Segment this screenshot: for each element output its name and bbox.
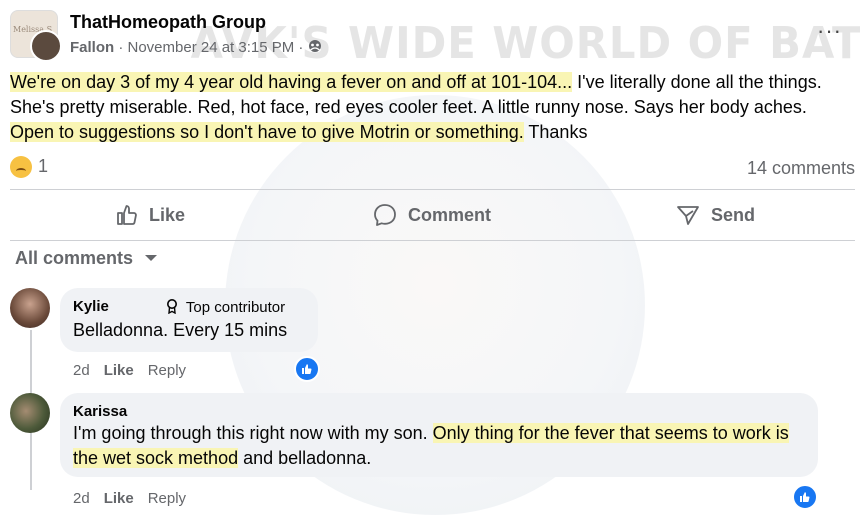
commenter-avatar[interactable] <box>10 393 50 433</box>
comment-text-plain: I'm going through this right now with my… <box>73 423 433 443</box>
comment-meta: 2d Like Reply <box>73 362 186 379</box>
commenter-name[interactable]: Karissa <box>73 403 127 420</box>
post-header: Melissa S ThatHomeopath Group Fallon · N… <box>10 10 850 62</box>
reaction-count: 1 <box>38 156 49 176</box>
comment-label: Comment <box>408 204 492 225</box>
comment-text-plain-end: and belladonna. <box>238 448 372 468</box>
thumbs-up-icon <box>302 364 312 375</box>
comment-like-link[interactable]: Like <box>104 490 134 507</box>
thumbs-up-icon <box>117 205 137 225</box>
thumbs-up-icon <box>800 492 810 503</box>
comment-icon <box>374 204 396 226</box>
reaction-summary[interactable]: 1 <box>10 156 49 179</box>
chevron-down-icon <box>145 255 158 261</box>
author-avatar[interactable] <box>30 30 62 62</box>
comments-filter-label: All comments <box>15 248 134 268</box>
audience-icon <box>308 39 322 56</box>
more-options-icon[interactable]: ··· <box>817 18 842 44</box>
sad-reaction-icon <box>10 156 32 179</box>
comment-count[interactable]: 14 comments <box>747 158 855 179</box>
comment-age[interactable]: 2d <box>73 362 90 379</box>
award-icon <box>167 299 177 315</box>
post-text-highlight-1: We're on day 3 of my 4 year old having a… <box>10 72 573 92</box>
like-label: Like <box>149 204 186 225</box>
comment-text: I'm going through this right now with my… <box>73 421 803 471</box>
divider <box>10 240 855 241</box>
group-name[interactable]: ThatHomeopath Group <box>70 12 266 33</box>
divider <box>10 189 855 190</box>
comment-reply-link[interactable]: Reply <box>148 490 186 507</box>
badge-label: Top contributor <box>185 299 286 316</box>
send-label: Send <box>711 204 756 225</box>
comments-filter[interactable]: All comments <box>15 248 158 269</box>
comment-reply-link[interactable]: Reply <box>148 362 186 379</box>
post-text-highlight-2: Open to suggestions so I don't have to g… <box>10 122 524 142</box>
poster-line: Fallon · November 24 at 3:15 PM · <box>70 39 322 56</box>
comment-like-link[interactable]: Like <box>104 362 134 379</box>
comment-meta: 2d Like Reply <box>73 490 186 507</box>
top-contributor-badge[interactable]: Top contributor <box>165 298 285 316</box>
comment-button[interactable]: Comment <box>372 192 491 238</box>
comment-like-badge[interactable] <box>792 484 818 510</box>
action-bar: Like Comment Send <box>10 192 855 238</box>
send-button[interactable]: Send <box>675 192 755 238</box>
commenter-avatar[interactable] <box>10 288 50 328</box>
comment-text: Belladonna. Every 15 mins <box>73 320 288 340</box>
comment-age[interactable]: 2d <box>73 490 90 507</box>
like-button[interactable]: Like <box>115 192 185 238</box>
comment-like-badge[interactable] <box>294 356 320 382</box>
post-body: We're on day 3 of my 4 year old having a… <box>10 70 855 145</box>
commenter-name[interactable]: Kylie <box>73 298 109 315</box>
post-timestamp[interactable]: · November 24 at 3:15 PM · <box>118 39 303 56</box>
send-icon <box>677 206 699 225</box>
post-text-plain-2: Thanks <box>523 122 588 142</box>
author-name[interactable]: Fallon <box>70 39 114 56</box>
